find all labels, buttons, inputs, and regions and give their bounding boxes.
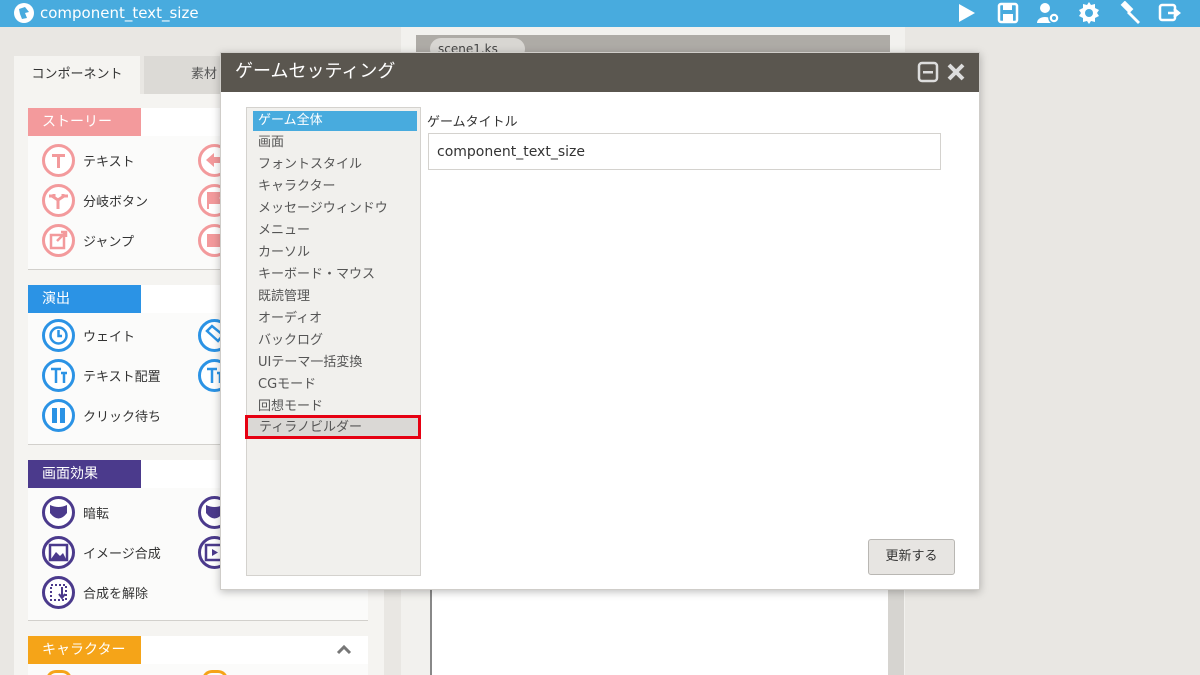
- component-label: テキスト: [83, 154, 135, 170]
- menu-item-game-overall[interactable]: ゲーム全体: [253, 111, 417, 131]
- menu-item-font-style[interactable]: フォントスタイル: [253, 155, 417, 175]
- tab-components[interactable]: コンポーネント: [14, 56, 140, 94]
- scene-scrollbar[interactable]: [888, 588, 904, 675]
- character-icon-partial: [46, 670, 72, 675]
- component-uncompose[interactable]: 合成を解除: [42, 575, 148, 609]
- group-character: キャラクター: [28, 636, 368, 675]
- user-settings-icon[interactable]: [1035, 0, 1061, 26]
- component-label: 暗転: [83, 506, 110, 522]
- component-label: 合成を解除: [83, 586, 149, 602]
- group-header[interactable]: キャラクター: [28, 636, 368, 664]
- component-label: ウェイト: [83, 329, 136, 345]
- component-label: テキスト配置: [83, 369, 161, 385]
- dialog-title: ゲームセッティング: [235, 61, 396, 82]
- component-label: ジャンプ: [83, 234, 134, 250]
- app-title: component_text_size: [40, 4, 199, 22]
- component-label: クリック待ち: [83, 409, 162, 425]
- top-bar: component_text_size: [0, 0, 1200, 27]
- save-icon[interactable]: [995, 0, 1021, 26]
- game-settings-dialog: ゲームセッティング ゲーム全体 画面 フォントスタイル キャラクター メッセージ…: [220, 52, 980, 590]
- group-label: 画面効果: [28, 460, 141, 488]
- minimize-icon[interactable]: [917, 61, 939, 83]
- uncompose-icon: [42, 575, 75, 609]
- hammer-icon[interactable]: [1117, 0, 1143, 26]
- menu-item-backlog[interactable]: バックログ: [253, 331, 417, 351]
- branch-icon: [42, 183, 75, 217]
- shield-fade-icon: [42, 495, 75, 529]
- export-icon[interactable]: [1157, 0, 1183, 26]
- menu-item-ui-theme[interactable]: UIテーマ一括変換: [253, 353, 417, 373]
- component-click-wait[interactable]: クリック待ち: [42, 398, 161, 432]
- component-text-layout[interactable]: テキスト配置: [42, 358, 161, 392]
- group-label: キャラクター: [28, 636, 141, 664]
- image-compose-icon: [42, 535, 75, 569]
- jump-icon: [42, 223, 75, 257]
- scene-editor[interactable]: [430, 588, 890, 675]
- text-layout-icon: [42, 358, 75, 392]
- app-logo-icon: [14, 3, 34, 23]
- menu-item-keyboard-mouse[interactable]: キーボード・マウス: [253, 265, 417, 285]
- text-t-icon: [42, 143, 75, 177]
- menu-item-read-management[interactable]: 既読管理: [253, 287, 417, 307]
- chevron-up-icon[interactable]: [334, 640, 354, 660]
- menu-item-cursor[interactable]: カーソル: [253, 243, 417, 263]
- settings-menu: ゲーム全体 画面 フォントスタイル キャラクター メッセージウィンドウ メニュー…: [245, 107, 421, 576]
- menu-item-tyrano-builder[interactable]: ティラノビルダー: [245, 415, 421, 439]
- menu-item-menu[interactable]: メニュー: [253, 221, 417, 241]
- gear-icon[interactable]: [1076, 0, 1102, 26]
- component-label: イメージ合成: [83, 546, 161, 562]
- character-icon-partial: [202, 670, 228, 675]
- component-fade-out[interactable]: 暗転: [42, 495, 109, 529]
- component-image-compose[interactable]: イメージ合成: [42, 535, 161, 569]
- component-wait[interactable]: ウェイト: [42, 318, 135, 352]
- update-button[interactable]: 更新する: [868, 539, 955, 575]
- pause-icon: [42, 398, 75, 432]
- menu-item-character[interactable]: キャラクター: [253, 177, 417, 197]
- clock-icon: [42, 318, 75, 352]
- component-text[interactable]: テキスト: [42, 143, 135, 177]
- menu-item-recollection-mode[interactable]: 回想モード: [253, 397, 417, 417]
- component-branch-button[interactable]: 分岐ボタン: [42, 183, 148, 217]
- game-title-input[interactable]: [428, 133, 941, 170]
- menu-item-screen[interactable]: 画面: [253, 133, 417, 153]
- group-label: 演出: [28, 285, 141, 313]
- dialog-header[interactable]: ゲームセッティング: [221, 53, 979, 92]
- menu-item-cg-mode[interactable]: CGモード: [253, 375, 417, 395]
- group-label: ストーリー: [28, 108, 141, 136]
- game-title-label: ゲームタイトル: [427, 115, 518, 130]
- play-icon[interactable]: [953, 0, 979, 26]
- menu-item-audio[interactable]: オーディオ: [253, 309, 417, 329]
- component-label: 分岐ボタン: [83, 194, 149, 210]
- component-jump[interactable]: ジャンプ: [42, 223, 134, 257]
- close-icon[interactable]: [945, 61, 967, 83]
- menu-item-message-window[interactable]: メッセージウィンドウ: [253, 199, 417, 219]
